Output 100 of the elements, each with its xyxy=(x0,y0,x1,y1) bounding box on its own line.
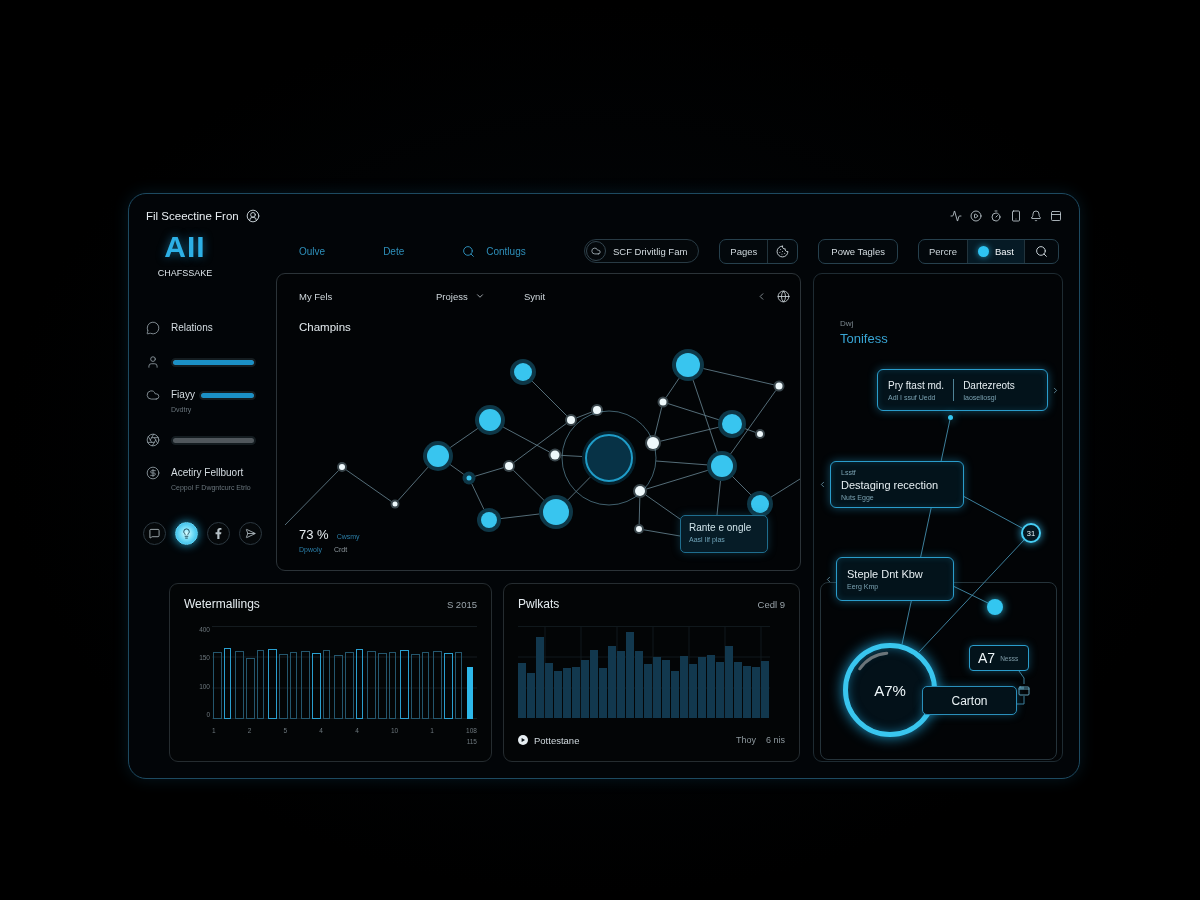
window-icon xyxy=(1018,685,1030,697)
network-node xyxy=(503,460,515,472)
menu-item[interactable]: Fiayy xyxy=(171,388,195,402)
panel-title: Tonifess xyxy=(840,331,888,346)
search-link[interactable]: Contlugs xyxy=(462,244,526,258)
network-edge xyxy=(449,428,479,448)
card-title: Destaging recection xyxy=(841,478,939,491)
card-value: A7 xyxy=(978,650,996,666)
search-icon xyxy=(462,244,476,258)
chart-bar xyxy=(334,655,343,719)
chart-bar xyxy=(467,667,473,719)
chart-title: Pwlkats xyxy=(518,597,560,611)
carton-button[interactable]: Carton xyxy=(922,686,1017,715)
play-icon[interactable] xyxy=(970,210,982,222)
chart-footer-text: Thoy xyxy=(735,735,756,745)
chart-bar xyxy=(400,650,409,719)
callout-title: Rante e ongle xyxy=(689,522,753,533)
user-icon[interactable] xyxy=(146,355,160,369)
chevron-left-icon xyxy=(818,480,827,489)
phone-icon[interactable] xyxy=(1010,210,1022,222)
dot-icon xyxy=(978,245,989,257)
network-node xyxy=(510,359,536,385)
lightbulb-icon xyxy=(181,528,192,539)
network-edge xyxy=(646,469,709,490)
legend-label: Pottestane xyxy=(534,734,580,746)
menu-item[interactable]: Relations xyxy=(171,321,256,335)
network-node xyxy=(337,462,347,472)
card-title: Steple Dnt Kbw xyxy=(847,568,923,580)
chart-bar xyxy=(213,652,222,719)
filter-pill[interactable]: SCF Drivitlig Fam xyxy=(583,239,700,263)
network-edge xyxy=(397,466,429,502)
chart-bar xyxy=(455,652,462,719)
logo-text: AII xyxy=(164,232,206,262)
hub-node xyxy=(582,431,636,485)
network-node xyxy=(565,414,577,426)
timer-icon[interactable] xyxy=(990,210,1002,222)
window-icon[interactable] xyxy=(1050,210,1062,222)
facebook-icon xyxy=(213,528,224,539)
panel-tab[interactable]: Synit xyxy=(524,290,546,302)
chart-bar xyxy=(433,651,442,719)
network-node xyxy=(477,508,501,532)
shortcut-button[interactable] xyxy=(239,522,262,545)
chart-bar xyxy=(323,650,330,719)
chart-footer-text: 6 nis xyxy=(766,735,785,745)
network-edge xyxy=(345,469,392,502)
segment-button[interactable]: Percre xyxy=(919,239,967,263)
network-edge xyxy=(449,464,465,475)
network-edge xyxy=(732,476,752,496)
network-node xyxy=(657,396,669,408)
network-edge xyxy=(512,469,545,501)
network-node xyxy=(539,495,573,529)
connector-line xyxy=(1016,695,1025,705)
network-node xyxy=(475,405,505,435)
dropdown-button[interactable]: Projess xyxy=(436,290,485,302)
network-node xyxy=(747,491,773,517)
chat-icon[interactable] xyxy=(146,321,160,335)
cookie-icon[interactable] xyxy=(776,244,790,258)
network-edge xyxy=(500,513,540,520)
tags-button[interactable]: Powe Tagles xyxy=(818,238,898,264)
chart-bar xyxy=(279,654,288,719)
globe-icon[interactable] xyxy=(777,289,790,303)
chart-bar xyxy=(411,654,420,719)
chart-bar xyxy=(224,648,231,719)
chart-bar xyxy=(301,651,310,719)
nav-link[interactable]: Dete xyxy=(383,245,405,257)
chart-meta: S 2015 xyxy=(446,598,477,610)
network-node xyxy=(645,435,661,451)
activity-icon[interactable] xyxy=(950,210,962,222)
card-title: Pry ftast md. xyxy=(888,379,945,391)
network-node xyxy=(707,451,737,481)
shortcut-button[interactable] xyxy=(207,522,230,545)
nav-link[interactable]: Oulve xyxy=(299,245,326,257)
bell-icon[interactable] xyxy=(1030,210,1042,222)
chart-bar xyxy=(389,652,396,719)
anchor-dot xyxy=(947,414,953,420)
chevron-right-icon xyxy=(1051,385,1060,395)
dollar-circle-icon[interactable] xyxy=(146,466,160,480)
connector-line xyxy=(962,495,1023,529)
segment-button[interactable]: Bast xyxy=(967,239,1024,263)
network-node xyxy=(591,404,603,416)
chart-bar xyxy=(444,653,453,719)
network-node xyxy=(634,524,644,534)
aperture-icon[interactable] xyxy=(146,433,160,447)
chevron-down-icon xyxy=(474,291,485,301)
chevron-left-icon xyxy=(824,574,833,584)
network-node xyxy=(423,441,453,471)
network-edge xyxy=(645,494,681,520)
panel-tab[interactable]: My Fels xyxy=(299,290,333,302)
chart-bar xyxy=(290,652,297,719)
node-dot xyxy=(987,599,1003,615)
cloud-icon[interactable] xyxy=(146,388,160,402)
chart-bar xyxy=(378,653,387,719)
network-node xyxy=(718,410,746,438)
network-node xyxy=(390,499,400,509)
menu-item[interactable]: Acetiry Fellbuort xyxy=(171,466,256,480)
chart-meta: Cedl 9 xyxy=(757,598,785,610)
chat-icon xyxy=(149,528,160,539)
pages-button[interactable]: Pages xyxy=(720,239,768,263)
panel-eyebrow: Dwj xyxy=(840,319,854,329)
network-edge xyxy=(567,476,591,501)
